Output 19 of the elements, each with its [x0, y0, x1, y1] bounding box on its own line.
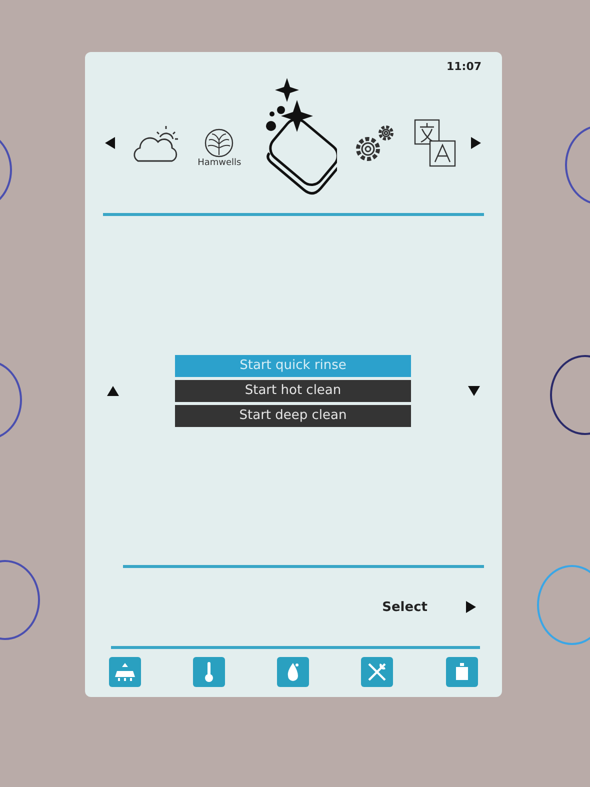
thermometer-icon — [204, 661, 214, 683]
temperature-tab[interactable] — [192, 657, 225, 687]
select-label: Select — [382, 600, 428, 614]
down-arrow-icon[interactable] — [468, 386, 480, 396]
right-arrow-icon[interactable] — [466, 601, 476, 613]
tools-icon — [367, 662, 388, 682]
heating-tab[interactable] — [277, 657, 309, 687]
bin-tab[interactable] — [446, 657, 478, 687]
menu-item[interactable]: Start deep clean — [175, 404, 411, 426]
tools-tab[interactable] — [361, 657, 394, 687]
menu-item[interactable]: Start hot clean — [175, 380, 411, 402]
clock-time: 11:07 — [446, 60, 482, 73]
bin-icon — [454, 663, 468, 681]
up-arrow-icon[interactable] — [106, 386, 118, 396]
left-arrow-icon[interactable] — [104, 137, 114, 149]
logo-label: Hamwells — [198, 158, 242, 168]
language-icon[interactable] — [414, 119, 456, 167]
right-arrow-icon[interactable] — [471, 137, 482, 149]
tree-logo-icon — [204, 128, 234, 158]
